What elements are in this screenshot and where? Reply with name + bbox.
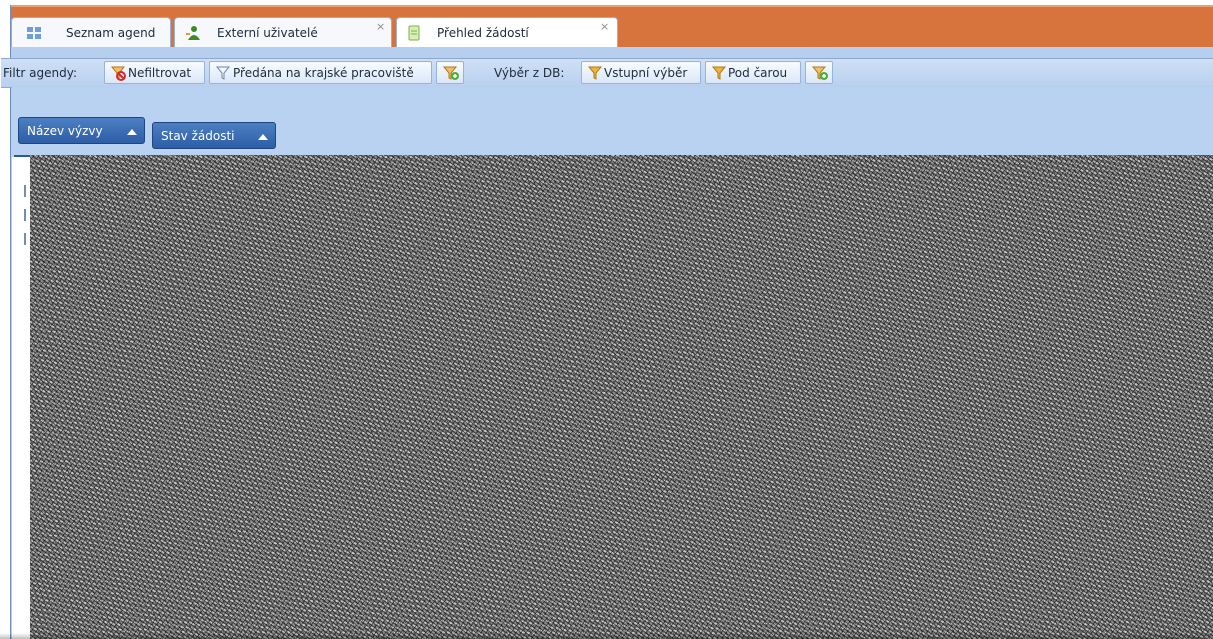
forwarded-filter-button[interactable]: Předána na krajské pracoviště (209, 61, 432, 84)
window-shadow (0, 633, 1213, 639)
close-icon[interactable]: × (376, 20, 385, 33)
no-filter-icon (110, 66, 126, 81)
grid-icon (26, 25, 42, 41)
tab-seznam-agend[interactable]: Seznam agend (11, 17, 171, 47)
below-line-button[interactable]: Pod čarou (705, 61, 801, 84)
filter-toolbar: Filtr agendy: Nefiltrovat Předána na kra… (1, 58, 1213, 88)
filter-icon (215, 66, 231, 80)
add-filter-button[interactable] (436, 61, 464, 84)
tab-externi-uzivatele[interactable]: Externí uživatelé × (174, 17, 392, 47)
filter-agenda-label: Filtr agendy: (3, 66, 77, 80)
no-filter-button[interactable]: Nefiltrovat (104, 61, 205, 84)
funnel-icon (587, 66, 603, 80)
add-filter-icon (442, 66, 459, 80)
sort-ascending-icon[interactable] (127, 129, 137, 135)
group-by-status-chip[interactable]: Stav žádosti (152, 122, 276, 149)
add-filter-icon (811, 66, 828, 80)
input-selection-button[interactable]: Vstupní výběr (581, 61, 701, 84)
user-add-icon (185, 25, 201, 41)
sort-ascending-icon[interactable] (258, 134, 268, 140)
tab-label: Seznam agend (66, 26, 156, 40)
close-icon[interactable]: × (600, 20, 609, 33)
tab-prehled-zadosti[interactable]: Přehled žádostí × (396, 17, 618, 47)
group-by-call-name-chip[interactable]: Název výzvy (18, 117, 145, 144)
document-icon (407, 25, 423, 41)
add-db-filter-button[interactable] (805, 61, 833, 84)
db-selection-label: Výběr z DB: (494, 66, 565, 80)
tab-label: Externí uživatelé (217, 26, 318, 40)
funnel-icon (711, 66, 727, 80)
tab-strip: Seznam agend Externí uživatelé × Přehled… (11, 5, 1213, 47)
tab-label: Přehled žádostí (437, 26, 529, 40)
redacted-region (30, 155, 1213, 639)
